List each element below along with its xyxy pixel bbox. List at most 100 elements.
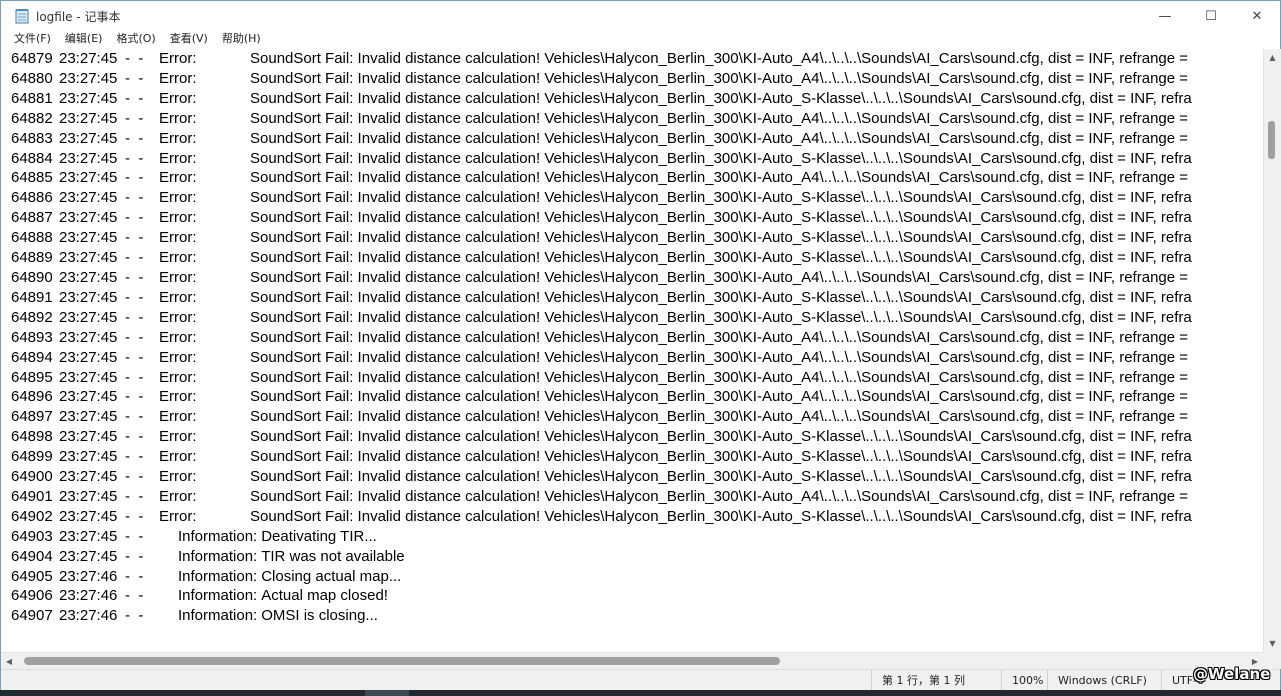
line-separator: - - [125,507,144,525]
line-message: SoundSort Fail: Invalid distance calcula… [250,428,1192,446]
line-message: Actual map closed! [261,587,388,605]
line-message: SoundSort Fail: Invalid distance calcula… [250,328,1189,346]
line-message: SoundSort Fail: Invalid distance calcula… [250,487,1189,505]
log-line: 64889 23:27:45 - - Error: SoundSort Fail: In… [11,248,1192,268]
horizontal-scrollbar[interactable]: ◀ ▶ [1,652,1263,669]
scroll-left-icon[interactable]: ◀ [1,653,17,669]
line-time: 23:27:45 [59,388,118,406]
line-separator: - - [125,308,144,326]
maximize-button[interactable]: ☐ [1188,1,1234,31]
menu-file[interactable]: 文件(F) [1,31,58,49]
line-separator: - - [125,607,144,625]
line-number: 64904 [11,547,53,565]
line-separator: - - [125,448,144,466]
line-message: SoundSort Fail: Invalid distance calcula… [250,308,1192,326]
line-level: Error: [159,249,197,267]
line-message: SoundSort Fail: Invalid distance calcula… [250,268,1189,286]
line-time: 23:27:45 [59,308,118,326]
window-title: logfile - 记事本 [36,10,121,24]
line-time: 23:27:45 [59,547,118,565]
line-number: 64886 [11,189,53,207]
log-line: 64892 23:27:45 - - Error: SoundSort Fail: In… [11,308,1192,328]
line-message: SoundSort Fail: Invalid distance calcula… [250,89,1192,107]
line-time: 23:27:45 [59,229,118,247]
log-line: 64890 23:27:45 - - Error: SoundSort Fail: In… [11,268,1192,288]
title-bar[interactable]: logfile - 记事本 — ☐ ✕ [1,1,1280,31]
line-message: SoundSort Fail: Invalid distance calcula… [250,507,1192,525]
line-separator: - - [125,567,144,585]
line-time: 23:27:45 [59,129,118,147]
horizontal-scroll-thumb[interactable] [24,657,780,665]
line-message: SoundSort Fail: Invalid distance calcula… [250,348,1189,366]
log-line: 64896 23:27:45 - - Error: SoundSort Fail: In… [11,387,1192,407]
line-level: Error: [159,149,197,167]
line-time: 23:27:45 [59,288,118,306]
line-level: Error: [159,268,197,286]
log-line: 64886 23:27:45 - - Error: SoundSort Fail: In… [11,188,1192,208]
line-message: SoundSort Fail: Invalid distance calcula… [250,50,1189,67]
notepad-window: logfile - 记事本 — ☐ ✕ 文件(F) 编辑(E) 格式(O) 查看… [0,0,1281,691]
line-level: Error: [159,468,197,486]
line-message: Deativating TIR... [261,527,377,545]
line-ending: Windows (CRLF) [1047,670,1161,691]
line-separator: - - [125,408,144,426]
line-separator: - - [125,268,144,286]
line-level: Error: [159,507,197,525]
line-message: SoundSort Fail: Invalid distance calcula… [250,368,1189,386]
line-number: 64902 [11,507,53,525]
line-message: SoundSort Fail: Invalid distance calcula… [250,388,1189,406]
line-message: Closing actual map... [261,567,402,585]
line-separator: - - [125,229,144,247]
log-line: 64904 23:27:45 - - Information: TIR was not … [11,547,1192,567]
line-level: Information: [178,587,258,605]
line-number: 64892 [11,308,53,326]
menu-format[interactable]: 格式(O) [109,31,162,49]
line-time: 23:27:45 [59,527,118,545]
line-time: 23:27:45 [59,89,118,107]
scroll-down-icon[interactable]: ▼ [1264,635,1281,652]
line-level: Error: [159,209,197,227]
line-separator: - - [125,468,144,486]
line-number: 64905 [11,567,53,585]
line-separator: - - [125,69,144,87]
minimize-button[interactable]: — [1142,1,1188,31]
line-separator: - - [125,249,144,267]
taskbar [0,690,1281,696]
line-separator: - - [125,129,144,147]
line-number: 64896 [11,388,53,406]
log-lines: 64879 23:27:45 - - Error: SoundSort Fail: In… [11,49,1192,626]
line-time: 23:27:45 [59,50,118,67]
line-separator: - - [125,527,144,545]
line-level: Error: [159,189,197,207]
line-message: SoundSort Fail: Invalid distance calcula… [250,408,1189,426]
line-level: Information: [178,607,258,625]
close-button[interactable]: ✕ [1234,1,1280,31]
line-message: SoundSort Fail: Invalid distance calcula… [250,288,1192,306]
log-line: 64898 23:27:45 - - Error: SoundSort Fail: In… [11,427,1192,447]
log-line: 64899 23:27:45 - - Error: SoundSort Fail: In… [11,447,1192,467]
line-level: Information: [178,547,258,565]
vertical-scrollbar[interactable]: ▲ ▼ [1263,49,1281,652]
menu-view[interactable]: 查看(V) [163,31,215,49]
line-level: Error: [159,169,197,187]
text-editor[interactable]: 64879 23:27:45 - - Error: SoundSort Fail: In… [1,49,1263,652]
line-number: 64890 [11,268,53,286]
vertical-scroll-thumb[interactable] [1268,121,1275,159]
line-number: 64901 [11,487,53,505]
menu-help[interactable]: 帮助(H) [215,31,268,49]
log-line: 64901 23:27:45 - - Error: SoundSort Fail: In… [11,487,1192,507]
watermark: @Welane [1193,665,1271,683]
taskbar-item[interactable] [365,690,409,696]
menu-edit[interactable]: 编辑(E) [58,31,110,49]
status-bar: 第 1 行，第 1 列 100% Windows (CRLF) UTF-8 [1,669,1280,691]
line-separator: - - [125,348,144,366]
line-level: Error: [159,129,197,147]
line-separator: - - [125,587,144,605]
line-level: Error: [159,288,197,306]
log-line: 64893 23:27:45 - - Error: SoundSort Fail: In… [11,328,1192,348]
log-line: 64906 23:27:46 - - Information: Actual map c… [11,586,1192,606]
scroll-up-icon[interactable]: ▲ [1264,49,1281,66]
line-time: 23:27:45 [59,428,118,446]
line-number: 64894 [11,348,53,366]
line-time: 23:27:45 [59,268,118,286]
